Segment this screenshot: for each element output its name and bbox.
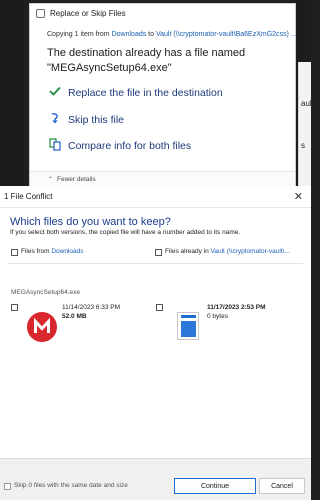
continue-button[interactable]: Continue (174, 478, 256, 494)
conflict-heading: The destination already has a file named… (47, 47, 246, 74)
destination-file-size: 0 bytes (207, 313, 228, 320)
compare-icon (48, 138, 62, 154)
background-fragment-text: ault (301, 99, 314, 108)
destination-file-details: 11/17/2023 2:53 PM 0 bytes (207, 303, 266, 321)
destination-link[interactable]: Vault (\\cryptomator-vault\Ba6EzXmG2css)… (156, 31, 297, 38)
select-all-source-checkbox[interactable] (11, 249, 18, 256)
background-left (0, 0, 24, 186)
source-file-details: 11/14/2023 6:33 PM 52.0 MB (62, 303, 120, 321)
conflict-body: Which files do you want to keep? If you … (0, 208, 311, 458)
vault-file-icon (177, 312, 199, 340)
destination-folder-link[interactable]: Vault (\\cryptomator-vault\... (211, 248, 290, 255)
source-folder-link[interactable]: Downloads (51, 248, 83, 255)
mega-app-icon (27, 312, 57, 342)
background-fragment-text: s (301, 141, 305, 150)
file-conflict-dialog: 1 File Conflict ✕ Which files do you wan… (0, 186, 311, 500)
source-file-date: 11/14/2023 6:33 PM (62, 304, 121, 311)
compare-files-label: Compare info for both files (68, 140, 192, 152)
conflict-file-name: MEGAsyncSetup64.exe (11, 289, 81, 296)
replace-or-skip-dialog: Replace or Skip Files Copying 1 item fro… (29, 3, 297, 187)
background-window-fragment: ault s (298, 62, 314, 186)
destination-column-label: Files already in Vault (\\cryptomator-va… (165, 248, 290, 255)
skip-file-label: Skip this file (68, 113, 125, 126)
fewer-details-toggle[interactable]: ⌃ Fewer details (30, 171, 295, 187)
source-file-size: 52.0 MB (62, 313, 87, 320)
skip-same-files-label: Skip 0 files with the same date and size (14, 482, 128, 489)
source-link[interactable]: Downloads (112, 31, 147, 38)
select-all-destination-checkbox[interactable] (155, 249, 162, 256)
skip-file-option[interactable]: Skip this file (48, 112, 124, 127)
replace-file-option[interactable]: Replace the file in the destination (48, 86, 223, 99)
skip-same-files-checkbox[interactable] (4, 483, 11, 490)
skip-icon (48, 112, 62, 127)
copy-app-icon (36, 8, 45, 18)
checkmark-icon (48, 86, 62, 99)
dialog-titlebar: 1 File Conflict ✕ (0, 186, 311, 208)
dialog-footer: Skip 0 files with the same date and size… (0, 458, 311, 500)
conflict-question: Which files do you want to keep? (10, 216, 171, 228)
dialog-title: 1 File Conflict (4, 192, 53, 201)
conflict-subtitle: If you select both versions, the copied … (10, 229, 241, 236)
dialog-titlebar: Replace or Skip Files (30, 4, 295, 22)
fewer-details-label: Fewer details (57, 176, 96, 183)
cancel-button[interactable]: Cancel (259, 478, 305, 494)
close-icon[interactable]: ✕ (294, 190, 303, 203)
chevron-up-icon: ⌃ (48, 177, 54, 183)
replace-file-label: Replace the file in the destination (68, 86, 223, 99)
compare-files-option[interactable]: Compare info for both files (48, 138, 191, 154)
destination-file-date: 11/17/2023 2:53 PM (207, 304, 266, 311)
copying-status: Copying 1 item from Downloads to Vault (… (47, 31, 297, 38)
divider (8, 263, 303, 264)
source-column-label: Files from Downloads (21, 248, 84, 255)
keep-destination-file-checkbox[interactable] (156, 304, 163, 311)
keep-source-file-checkbox[interactable] (11, 304, 18, 311)
dialog-title: Replace or Skip Files (50, 8, 126, 18)
